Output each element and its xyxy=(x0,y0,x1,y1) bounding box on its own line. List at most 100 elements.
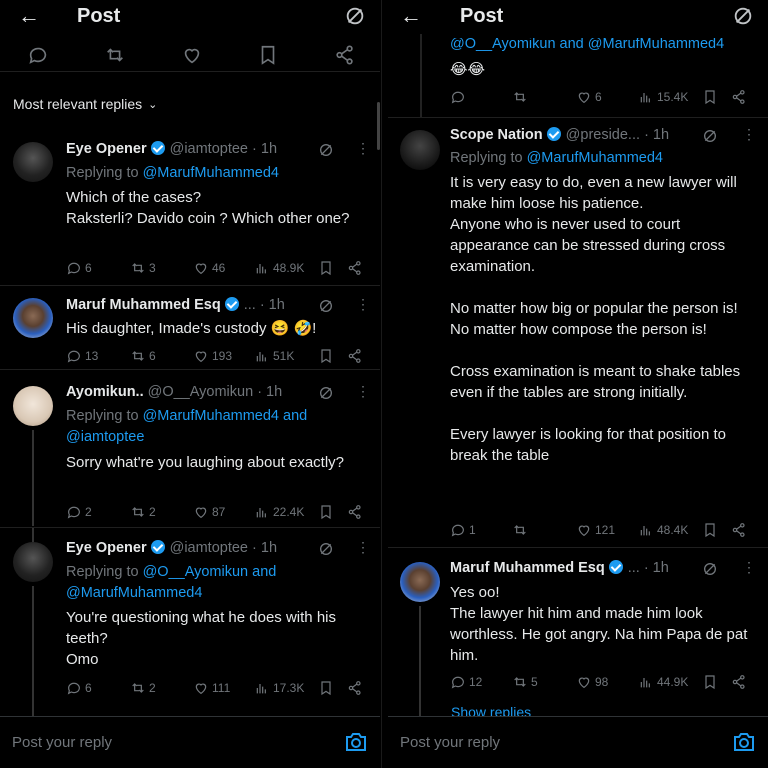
repost-count-button[interactable]: 3 xyxy=(130,260,156,276)
reply-count-button[interactable]: 2 xyxy=(66,504,92,520)
reply-composer[interactable]: Post your reply xyxy=(0,716,380,768)
reply-count-button[interactable]: 6 xyxy=(66,260,92,276)
bookmark-icon[interactable] xyxy=(318,260,334,276)
views-count[interactable]: 44.9K xyxy=(638,674,688,690)
bookmark-icon[interactable] xyxy=(318,504,334,520)
views-count[interactable]: 17.3K xyxy=(254,680,304,696)
reply-item[interactable]: Maruf Muhammed Esq... · 1h ⋮ Yes oo! The… xyxy=(388,548,768,720)
reply-item[interactable]: Scope Nation @preside... · 1h ⋮ Replying … xyxy=(388,118,768,548)
reply-count-button[interactable]: 12 xyxy=(450,674,482,690)
author-handle[interactable]: @iamtoptee xyxy=(170,540,248,556)
mention-link[interactable]: @O__Ayomikun and @MarufMuhammed4 xyxy=(450,38,724,52)
like-count-button[interactable]: 111 xyxy=(193,680,230,696)
grok-icon[interactable] xyxy=(702,561,718,577)
more-options-icon[interactable]: ⋮ xyxy=(356,140,370,157)
avatar[interactable] xyxy=(13,142,53,182)
share-icon[interactable] xyxy=(731,89,747,105)
reply-text: Sorry what're you laughing about exactly… xyxy=(66,454,345,471)
share-icon[interactable] xyxy=(347,680,363,696)
repost-count-button[interactable]: 2 xyxy=(130,680,156,696)
bookmark-icon[interactable] xyxy=(702,674,718,690)
reply-composer[interactable]: Post your reply xyxy=(388,716,768,768)
author-handle[interactable]: @preside... xyxy=(566,127,640,143)
like-count-button[interactable]: 6 xyxy=(576,89,602,105)
author-name[interactable]: Eye Opener xyxy=(66,540,147,556)
grok-icon[interactable] xyxy=(318,298,334,314)
more-options-icon[interactable]: ⋮ xyxy=(356,296,370,313)
repost-count-button[interactable]: 2 xyxy=(130,504,156,520)
like-count-button[interactable]: 46 xyxy=(193,260,225,276)
repost-icon[interactable] xyxy=(104,44,126,66)
author-name[interactable]: Maruf Muhammed Esq xyxy=(450,560,605,576)
avatar[interactable] xyxy=(400,562,440,602)
back-arrow-icon[interactable]: ← xyxy=(18,5,42,27)
like-count-button[interactable]: 87 xyxy=(193,504,225,520)
camera-icon[interactable] xyxy=(732,731,756,753)
author-name[interactable]: Ayomikun.. xyxy=(66,384,144,400)
reply-item[interactable]: Eye Opener @iamtoptee · 1h ⋮ Replying to … xyxy=(0,128,380,286)
engagement-bar: 6 3 46 48.9K xyxy=(66,260,366,280)
author-handle[interactable]: @O__Ayomikun xyxy=(148,384,254,400)
repost-count-button[interactable] xyxy=(512,522,531,538)
grok-icon[interactable] xyxy=(732,5,754,27)
avatar[interactable] xyxy=(400,130,440,170)
share-icon[interactable] xyxy=(731,522,747,538)
share-icon[interactable] xyxy=(347,260,363,276)
reply-count-button[interactable] xyxy=(450,89,469,105)
avatar[interactable] xyxy=(13,298,53,338)
views-count[interactable]: 15.4K xyxy=(638,89,688,105)
mention-link[interactable]: @MarufMuhammed4 xyxy=(143,165,279,181)
views-count[interactable]: 48.4K xyxy=(638,522,688,538)
reply-item-partial[interactable]: @O__Ayomikun and @MarufMuhammed4 😂😂 6 15… xyxy=(388,34,768,118)
author-handle[interactable]: @iamtoptee xyxy=(170,141,248,157)
like-count-button[interactable]: 121 xyxy=(576,522,615,538)
more-options-icon[interactable]: ⋮ xyxy=(356,383,370,400)
reply-sort-dropdown[interactable]: Most relevant replies ⌄ xyxy=(13,96,157,112)
reply-icon[interactable] xyxy=(27,44,49,66)
more-options-icon[interactable]: ⋮ xyxy=(356,539,370,556)
reply-item[interactable]: Eye Opener @iamtoptee · 1h ⋮ Replying to … xyxy=(0,528,380,716)
reply-input[interactable]: Post your reply xyxy=(12,734,112,751)
views-count[interactable]: 48.9K xyxy=(254,260,304,276)
views-count[interactable]: 51K xyxy=(254,348,294,364)
author-handle[interactable]: ... xyxy=(628,560,640,576)
reply-count-button[interactable]: 1 xyxy=(450,522,476,538)
grok-icon[interactable] xyxy=(318,541,334,557)
more-options-icon[interactable]: ⋮ xyxy=(742,559,756,576)
author-handle[interactable]: ... xyxy=(244,297,256,313)
like-count-button[interactable]: 193 xyxy=(193,348,232,364)
mention-link[interactable]: @MarufMuhammed4 xyxy=(527,150,663,166)
author-name[interactable]: Maruf Muhammed Esq xyxy=(66,297,221,313)
more-options-icon[interactable]: ⋮ xyxy=(742,126,756,143)
repost-count-button[interactable]: 6 xyxy=(130,348,156,364)
reply-count-button[interactable]: 13 xyxy=(66,348,98,364)
bookmark-icon[interactable] xyxy=(257,44,279,66)
grok-icon[interactable] xyxy=(318,385,334,401)
share-icon[interactable] xyxy=(347,504,363,520)
like-count-button[interactable]: 98 xyxy=(576,674,608,690)
reply-input[interactable]: Post your reply xyxy=(400,734,500,751)
reply-item[interactable]: Ayomikun.. @O__Ayomikun · 1h ⋮ Replying t… xyxy=(0,370,380,528)
bookmark-icon[interactable] xyxy=(318,348,334,364)
views-count[interactable]: 22.4K xyxy=(254,504,304,520)
avatar[interactable] xyxy=(13,386,53,426)
repost-count-button[interactable] xyxy=(512,89,531,105)
camera-icon[interactable] xyxy=(344,731,368,753)
bookmark-icon[interactable] xyxy=(702,522,718,538)
reply-count-button[interactable]: 6 xyxy=(66,680,92,696)
back-arrow-icon[interactable]: ← xyxy=(400,5,424,27)
share-icon[interactable] xyxy=(347,348,363,364)
avatar[interactable] xyxy=(13,542,53,582)
share-icon[interactable] xyxy=(731,674,747,690)
repost-count-button[interactable]: 5 xyxy=(512,674,538,690)
bookmark-icon[interactable] xyxy=(318,680,334,696)
author-name[interactable]: Eye Opener xyxy=(66,141,147,157)
like-icon[interactable] xyxy=(181,44,203,66)
share-icon[interactable] xyxy=(334,44,356,66)
author-name[interactable]: Scope Nation xyxy=(450,127,543,143)
bookmark-icon[interactable] xyxy=(702,89,718,105)
reply-item[interactable]: Maruf Muhammed Esq... · 1h ⋮ His daughte… xyxy=(0,286,380,370)
grok-icon[interactable] xyxy=(318,142,334,158)
grok-icon[interactable] xyxy=(702,128,718,144)
grok-icon[interactable] xyxy=(344,5,366,27)
